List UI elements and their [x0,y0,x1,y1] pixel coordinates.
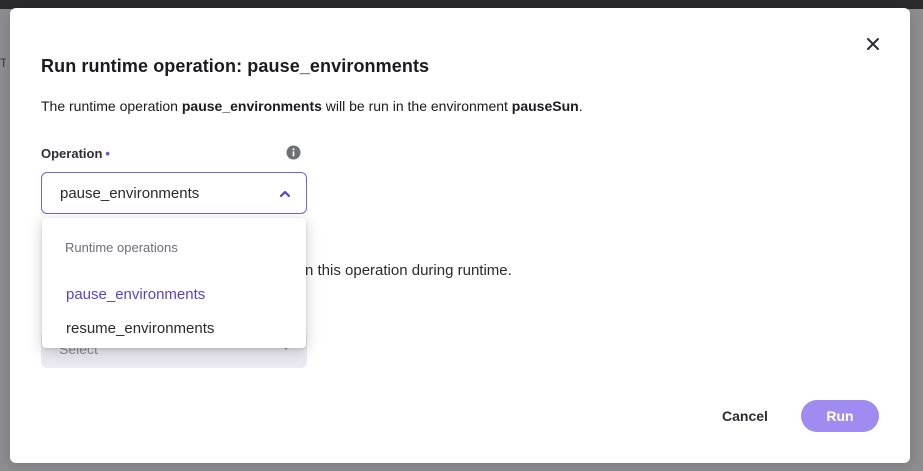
dialog-title: Run runtime operation: pause_environment… [41,56,430,76]
required-marker: • [105,146,110,161]
desc-middle: will be run in the environment [321,98,512,114]
cancel-button[interactable]: Cancel [708,400,782,432]
dialog-description: The runtime operation pause_environments… [41,98,583,114]
dropdown-group-label: Runtime operations [65,240,178,255]
obscured-helper-text: n this operation during runtime. [305,262,512,279]
info-icon[interactable] [286,145,301,160]
background-partial-text: T [0,56,6,70]
operation-label: Operation • [41,146,110,161]
operation-label-text: Operation [41,146,103,161]
desc-environment: pauseSun [511,98,579,114]
desc-operation: pause_environments [181,98,322,114]
operation-select-value: pause_environments [60,185,200,202]
run-operation-dialog: Run runtime operation: pause_environment… [10,8,910,463]
desc-prefix: The runtime operation [41,98,182,114]
operation-dropdown-menu: Runtime operations pause_environments re… [42,218,306,348]
chevron-up-icon [279,190,291,198]
dropdown-option-resume[interactable]: resume_environments [42,313,306,345]
operation-select[interactable]: pause_environments [41,172,307,214]
close-icon [867,38,879,50]
dropdown-option-pause[interactable]: pause_environments [42,279,306,311]
desc-suffix: . [578,98,583,114]
close-button[interactable] [863,34,883,54]
run-button[interactable]: Run [801,400,879,432]
